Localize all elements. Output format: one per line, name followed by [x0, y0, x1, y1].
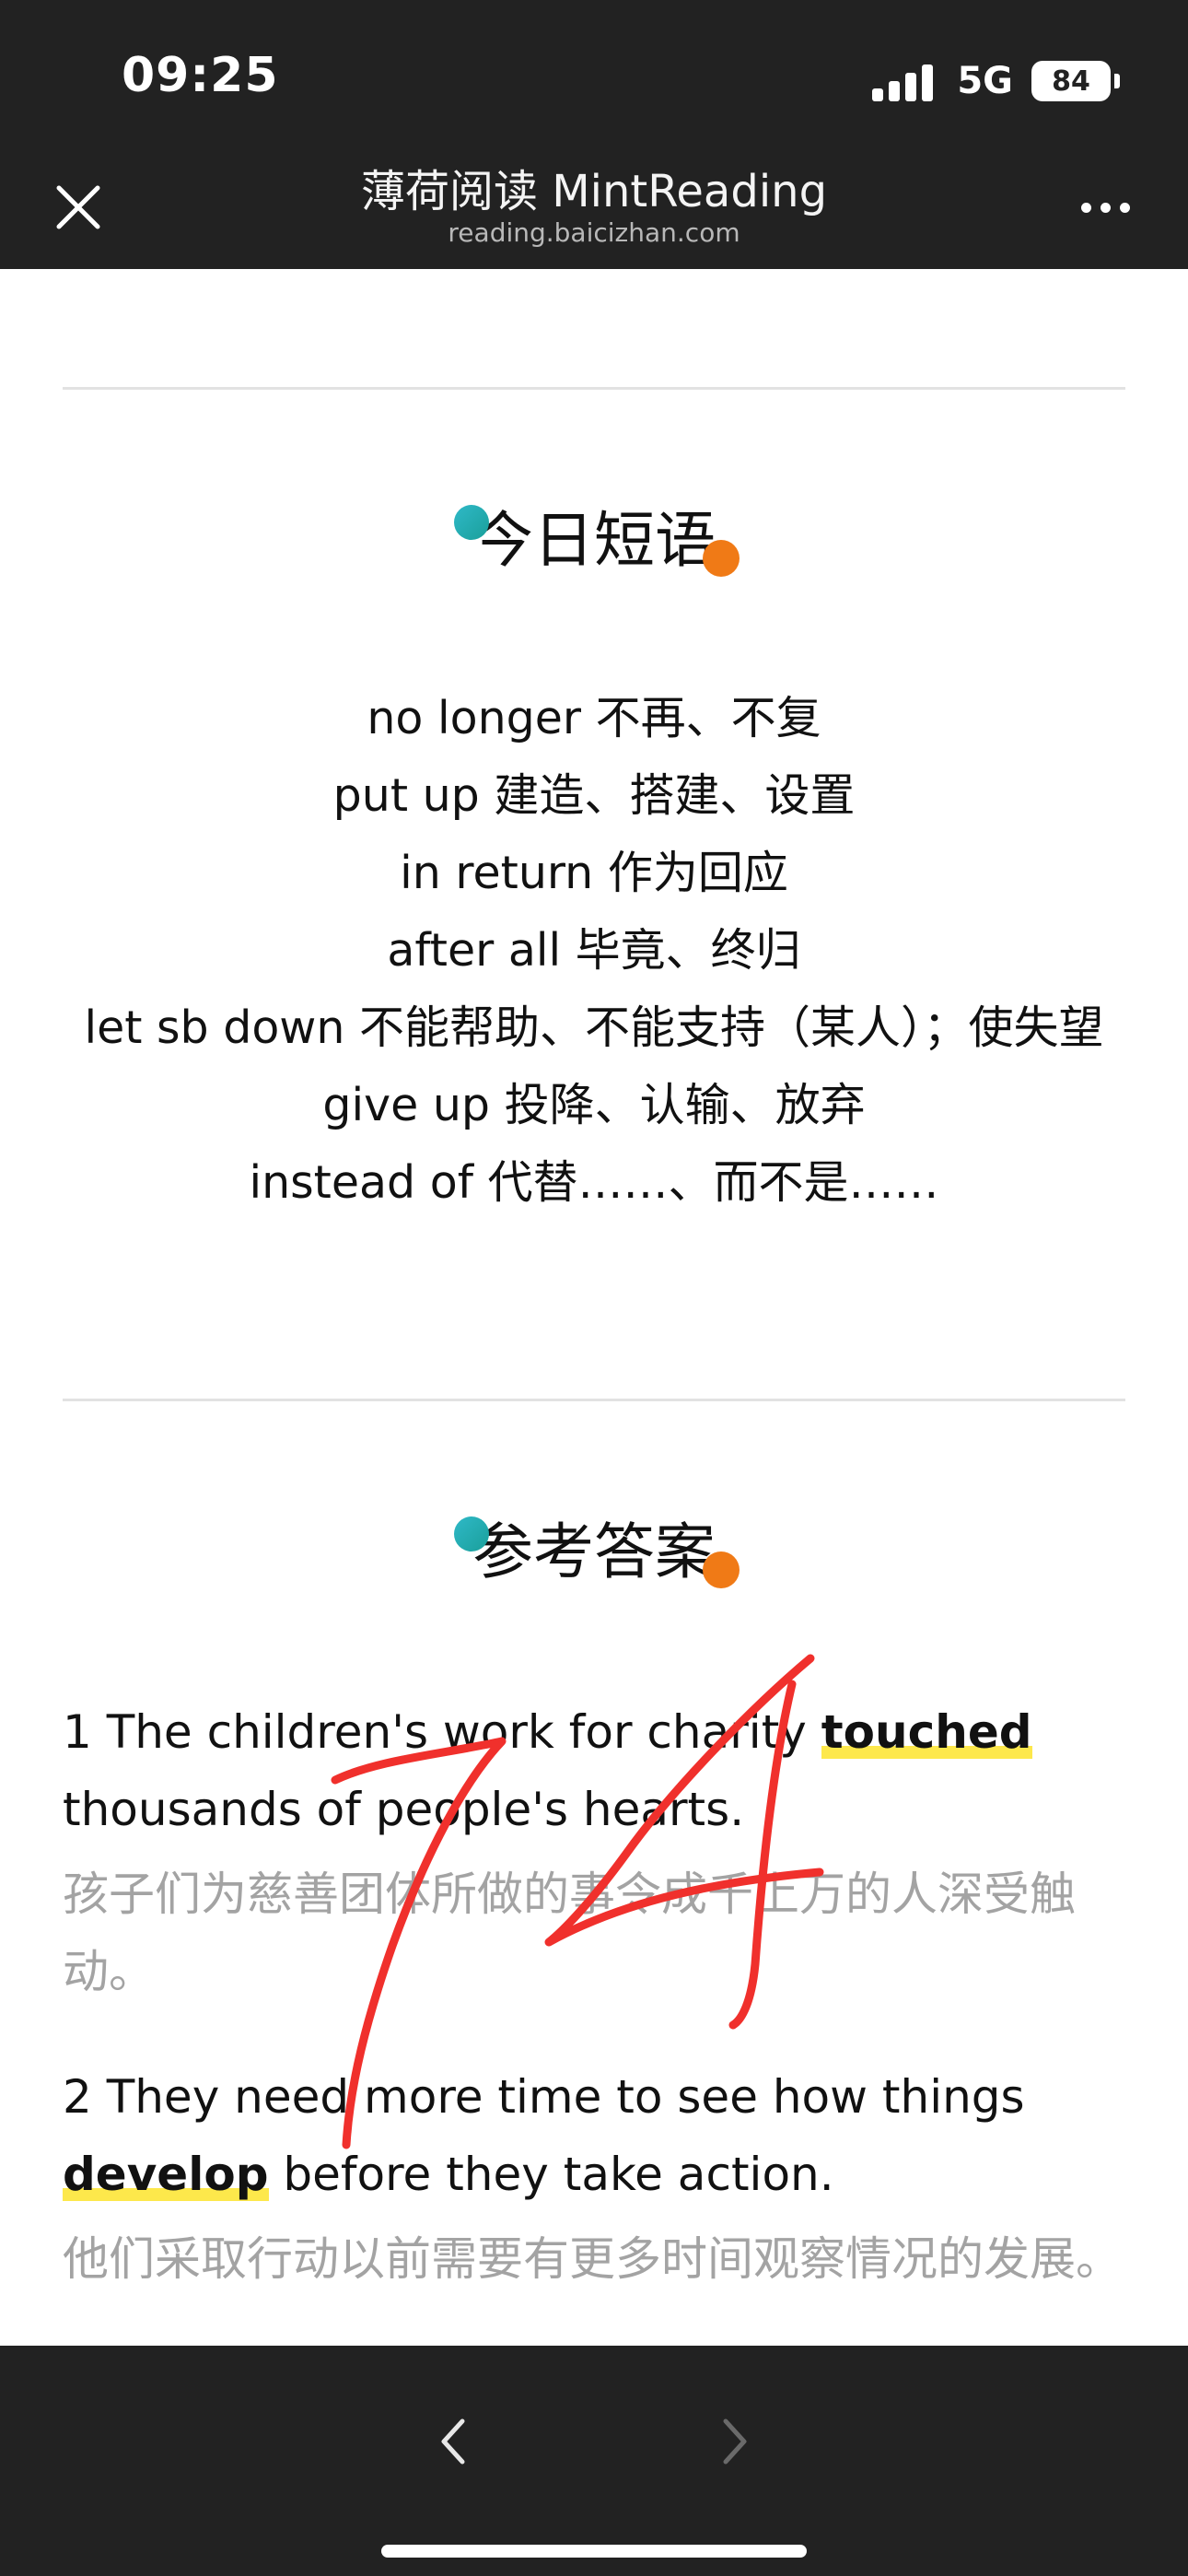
status-icons: 5G 84	[872, 55, 1120, 107]
phrase-list: no longer 不再、不复 put up 建造、搭建、设置 in retur…	[63, 680, 1125, 1222]
answers-section-title: 参考答案	[0, 1511, 1188, 1594]
chevron-right-icon	[723, 2418, 747, 2465]
answer-sentence: 2 They need more time to see how things …	[63, 2058, 1125, 2213]
highlighted-word[interactable]: touched	[821, 1705, 1032, 1759]
battery-icon: 84	[1031, 61, 1120, 101]
answer-text-before: 2 They need more time to see how things	[63, 2070, 1025, 2124]
phrase-item: let sb down 不能帮助、不能支持（某人）；使失望	[84, 1001, 1104, 1054]
decorative-orange-dot	[703, 1551, 740, 1588]
phrase-item: in return 作为回应	[400, 847, 788, 899]
cellular-signal-icon	[872, 61, 938, 101]
page-domain: reading.baicizhan.com	[448, 217, 740, 248]
phrase-item: no longer 不再、不复	[367, 692, 821, 744]
phrase-item: instead of 代替……、而不是……	[249, 1156, 939, 1209]
phrase-item: after all 毕竟、终归	[387, 924, 801, 977]
status-time: 09:25	[122, 48, 279, 103]
decorative-teal-dot	[454, 1516, 489, 1551]
phrases-section-title: 今日短语	[0, 499, 1188, 582]
answer-text-before: 1 The children's work for charity	[63, 1705, 821, 1759]
decorative-orange-dot	[703, 540, 740, 577]
chevron-left-icon	[441, 2418, 465, 2465]
section-divider	[63, 1399, 1125, 1401]
answer-item: 1 The children's work for charity touche…	[63, 1693, 1125, 2010]
more-options-button[interactable]	[1068, 184, 1142, 230]
highlighted-word[interactable]: develop	[63, 2148, 269, 2201]
answer-translation: 孩子们为慈善团体所做的事令成千上万的人深受触动。	[63, 1868, 1076, 1998]
answer-text-after: thousands of people's hearts.	[63, 1783, 745, 1836]
answer-translation: 他们采取行动以前需要有更多时间观察情况的发展。	[63, 2232, 1122, 2286]
forward-button[interactable]	[696, 2405, 770, 2478]
answer-text-after: before they take action.	[268, 2148, 834, 2201]
back-button[interactable]	[418, 2405, 492, 2478]
more-dot-icon	[1080, 202, 1091, 213]
top-bar: 09:25 5G 84 薄荷阅读 MintReading reading.bai…	[0, 0, 1188, 269]
article-content[interactable]: 今日短语 no longer 不再、不复 put up 建造、搭建、设置 in …	[0, 269, 1188, 2346]
answer-item: 2 They need more time to see how things …	[63, 2058, 1125, 2298]
answers-title-text: 参考答案	[472, 1516, 716, 1587]
nav-title-block: 薄荷阅读 MintReading reading.baicizhan.com	[0, 162, 1188, 249]
more-dot-icon	[1119, 202, 1130, 213]
phrase-item: put up 建造、搭建、设置	[332, 769, 856, 822]
bottom-toolbar	[0, 2346, 1188, 2576]
section-divider	[63, 387, 1125, 390]
page-title: 薄荷阅读 MintReading	[360, 166, 828, 217]
phrase-item: give up 投降、认输、放弃	[322, 1079, 866, 1131]
decorative-teal-dot	[454, 505, 489, 540]
home-indicator[interactable]	[381, 2545, 807, 2558]
phrases-title-text: 今日短语	[472, 505, 716, 576]
answer-sentence: 1 The children's work for charity touche…	[63, 1693, 1125, 1848]
answer-list: 1 The children's work for charity touche…	[63, 1693, 1125, 2346]
more-dot-icon	[1100, 202, 1111, 213]
network-type: 5G	[957, 60, 1013, 102]
